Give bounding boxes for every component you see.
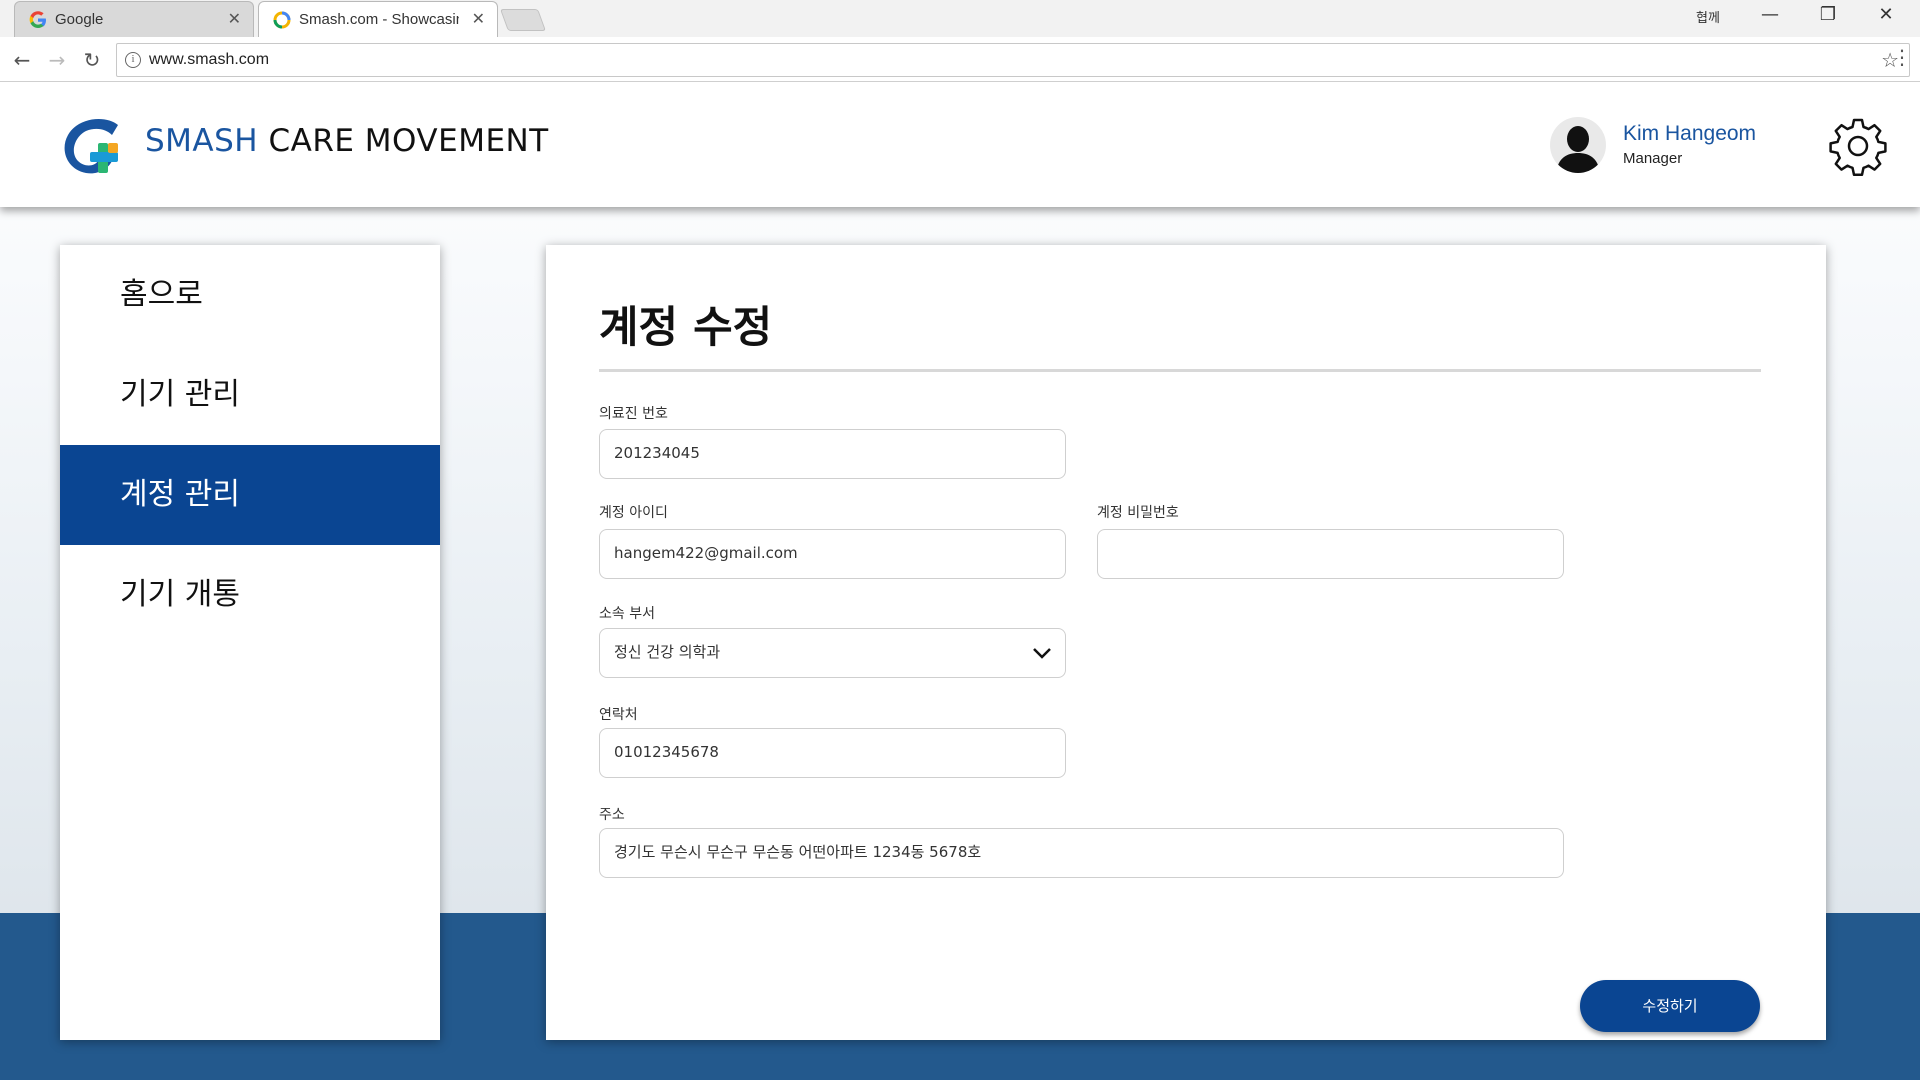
user-name: Kim Hangeom [1623, 122, 1757, 145]
brand-part-care: CARE MOVEMENT [258, 123, 549, 159]
tab-title: Smash.com - Showcasin [299, 11, 459, 28]
smash-logo-icon[interactable] [58, 117, 132, 175]
back-icon[interactable]: ← [8, 46, 36, 74]
tab-close-icon[interactable]: ✕ [228, 9, 241, 28]
brand-part-smash: SMASH [145, 123, 259, 159]
address-bar[interactable]: i www.smash.com ☆ [116, 43, 1910, 77]
department-select[interactable]: 정신 건강 의학과 [599, 628, 1066, 678]
url-text[interactable]: www.smash.com [149, 51, 269, 69]
account-edit-card: 계정 수정 의료진 번호 201234045 계정 아이디 hangem422@… [546, 245, 1826, 1040]
reload-icon[interactable]: ↻ [78, 46, 106, 74]
account-id-label: 계정 아이디 [599, 505, 668, 521]
app-header: SMASH CARE MOVEMENT Kim Hangeom Manager [0, 83, 1920, 207]
medical-id-field[interactable]: 201234045 [599, 429, 1066, 479]
settings-gear-icon[interactable] [1828, 116, 1888, 176]
password-label: 계정 비밀번호 [1097, 505, 1179, 521]
sidebar-item-device-management[interactable]: 기기 관리 [60, 345, 440, 445]
department-label: 소속 부서 [599, 606, 655, 622]
browser-menu-icon[interactable]: ⋮ [1892, 45, 1912, 69]
chrome-loading-icon [273, 11, 291, 29]
browser-toolbar: ← → ↻ i www.smash.com ☆ ⋮ [0, 37, 1920, 82]
address-field[interactable]: 경기도 무슨시 무슨구 무슨동 어떤아파트 1234동 5678호 [599, 828, 1564, 878]
chevron-down-icon [1033, 648, 1051, 659]
page-viewport: SMASH CARE MOVEMENT Kim Hangeom Manager … [0, 83, 1920, 1080]
account-id-field[interactable]: hangem422@gmail.com [599, 529, 1066, 579]
user-silhouette-icon [1556, 126, 1600, 173]
forward-icon[interactable]: → [43, 46, 71, 74]
address-label: 주소 [599, 807, 625, 823]
department-value: 정신 건강 의학과 [614, 643, 721, 661]
tab-close-icon[interactable]: ✕ [472, 9, 485, 28]
contact-field[interactable]: 01012345678 [599, 728, 1066, 778]
google-icon [29, 11, 46, 28]
tab-title: Google [55, 11, 104, 28]
user-role: Manager [1623, 150, 1683, 167]
restore-icon[interactable]: ❐ [1808, 4, 1848, 25]
new-tab-button[interactable] [499, 9, 547, 31]
close-window-icon[interactable]: ✕ [1866, 4, 1906, 25]
sidebar-item-device-activation[interactable]: 기기 개통 [60, 545, 440, 645]
info-icon[interactable]: i [125, 52, 141, 68]
sidebar-item-home[interactable]: 홈으로 [60, 245, 440, 345]
medical-id-label: 의료진 번호 [599, 406, 668, 422]
window-profile-label[interactable]: 협께 [1696, 7, 1720, 26]
submit-edit-button[interactable]: 수정하기 [1580, 980, 1760, 1032]
password-field[interactable] [1097, 529, 1564, 579]
contact-label: 연락처 [599, 707, 638, 723]
avatar[interactable] [1550, 117, 1606, 173]
title-divider [599, 369, 1761, 372]
browser-tabstrip: Google ✕ Smash.com - Showcasin ✕ 협께 — ❐ … [0, 0, 1920, 37]
brand-title[interactable]: SMASH CARE MOVEMENT [145, 123, 549, 159]
page-title: 계정 수정 [599, 303, 773, 353]
browser-tab-smash[interactable]: Smash.com - Showcasin ✕ [258, 1, 498, 37]
sidebar: 홈으로 기기 관리 계정 관리 기기 개통 [60, 245, 440, 1040]
browser-tab-google[interactable]: Google ✕ [14, 1, 254, 37]
sidebar-item-account-management[interactable]: 계정 관리 [60, 445, 440, 545]
minimize-icon[interactable]: — [1750, 4, 1790, 25]
